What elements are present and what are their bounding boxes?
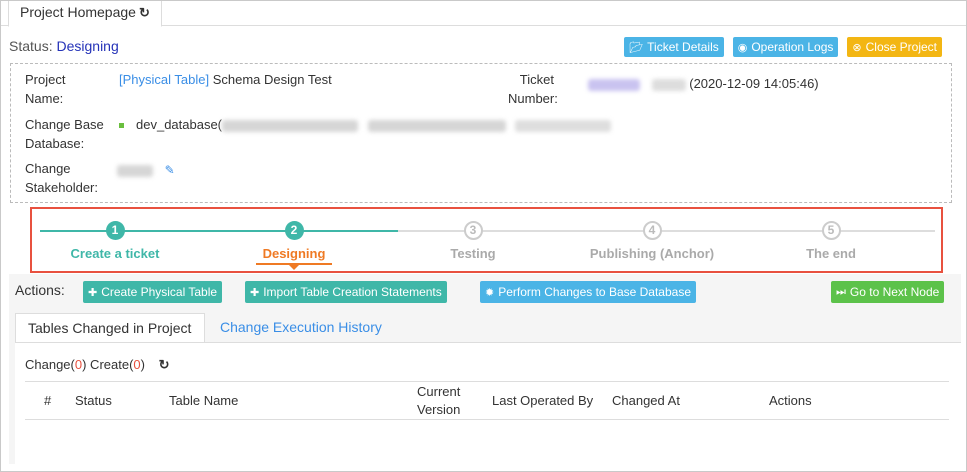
database-detail-blurred-3 bbox=[515, 119, 612, 132]
connected-status-dot bbox=[119, 123, 124, 129]
tables-panel: Change(0) Create(0) ↻ # Status Table Nam… bbox=[15, 342, 961, 464]
col-status: Status bbox=[75, 393, 112, 408]
ticket-number-label: Ticket Number: bbox=[508, 72, 558, 106]
col-actions: Actions bbox=[769, 393, 812, 408]
step-label: Publishing (Anchor) bbox=[589, 246, 715, 261]
tab-project-homepage[interactable]: Project Homepage ↻ bbox=[8, 1, 162, 27]
change-counts: Change(0) Create(0) ↻ bbox=[25, 357, 170, 372]
tab-execution-history[interactable]: Change Execution History bbox=[208, 313, 394, 342]
bug-icon: ✹ bbox=[485, 286, 495, 299]
ticket-number-blurred[interactable] bbox=[588, 78, 640, 91]
step-label: Testing bbox=[450, 246, 496, 261]
operation-logs-button[interactable]: ◉ Operation Logs bbox=[732, 37, 839, 57]
table-header: # Status Table Name Current Version Last … bbox=[25, 381, 949, 420]
step-label: The end bbox=[806, 246, 856, 261]
button-label: Go to Next Node bbox=[849, 285, 940, 299]
step-the-end[interactable]: 5 The end bbox=[761, 221, 901, 261]
project-info-box: Project Name: [Physical Table] Schema Des… bbox=[10, 63, 952, 203]
col-last-operated-by: Last Operated By bbox=[492, 393, 594, 408]
base-database-name: dev_database( bbox=[136, 117, 223, 132]
perform-changes-button[interactable]: ✹ Perform Changes to Base Database bbox=[480, 281, 696, 303]
stakeholder-label: Change Stakeholder: bbox=[25, 161, 98, 195]
actions-area: Actions: ✚ Create Physical Table ✚ Import … bbox=[9, 274, 961, 464]
step-testing[interactable]: 3 Testing bbox=[403, 221, 543, 261]
col-table-name: Table Name bbox=[169, 393, 239, 408]
ticket-number-value: (2020-12-09 14:05:46) bbox=[588, 74, 819, 93]
create-count: 0 bbox=[133, 357, 141, 372]
button-label: Import Table Creation Statements bbox=[263, 285, 442, 299]
project-name-label: Project Name: bbox=[25, 72, 66, 106]
status-line: Status: Designing bbox=[9, 38, 119, 54]
edit-icon[interactable]: ✎ bbox=[165, 163, 175, 177]
step-number: 3 bbox=[463, 221, 483, 240]
button-label: Create Physical Table bbox=[101, 285, 218, 299]
step-create-ticket[interactable]: 1 Create a ticket bbox=[45, 221, 185, 261]
workflow-steps: 1 Create a ticket 2 Designing 3 Testing … bbox=[30, 207, 943, 273]
status-label: Status: bbox=[9, 38, 53, 54]
database-detail-blurred-2 bbox=[367, 119, 506, 132]
close-project-button[interactable]: ⊗ Close Project bbox=[847, 37, 942, 57]
import-statements-button[interactable]: ✚ Import Table Creation Statements bbox=[245, 281, 447, 303]
tab-title: Project Homepage bbox=[20, 4, 136, 20]
status-value: Designing bbox=[56, 38, 119, 54]
operation-logs-label: Operation Logs bbox=[751, 40, 834, 54]
ticket-date: (2020-12-09 14:05:46) bbox=[689, 76, 819, 91]
col-changed-at: Changed At bbox=[612, 393, 680, 408]
go-to-next-node-button[interactable]: ⏭ Go to Next Node bbox=[831, 281, 945, 303]
base-database-label: Change Base Database: bbox=[25, 117, 104, 151]
ticket-details-button[interactable]: 📂︎ Ticket Details bbox=[624, 37, 724, 57]
actions-label: Actions: bbox=[15, 282, 65, 298]
tab-tables-changed[interactable]: Tables Changed in Project bbox=[15, 313, 205, 342]
refresh-icon[interactable]: ↻ bbox=[159, 357, 170, 372]
close-project-label: Close Project bbox=[865, 40, 937, 54]
current-step-indicator bbox=[256, 263, 332, 270]
project-name-value: [Physical Table] Schema Design Test bbox=[119, 70, 332, 89]
create-physical-table-button[interactable]: ✚ Create Physical Table bbox=[83, 281, 223, 303]
physical-table-tag[interactable]: [Physical Table] bbox=[119, 72, 209, 87]
forward-icon: ⏭ bbox=[836, 285, 846, 298]
refresh-icon[interactable]: ↻ bbox=[139, 2, 150, 24]
step-publishing[interactable]: 4 Publishing (Anchor) bbox=[582, 221, 722, 261]
plus-icon: ✚ bbox=[88, 286, 98, 299]
step-label: Designing bbox=[262, 246, 326, 261]
stakeholder-blurred bbox=[117, 164, 153, 177]
tab-bar: Project Homepage ↻ bbox=[1, 1, 966, 27]
step-number: 5 bbox=[821, 221, 841, 240]
step-label: Create a ticket bbox=[70, 246, 160, 261]
plus-icon: ✚ bbox=[250, 286, 260, 299]
step-number: 2 bbox=[284, 221, 304, 240]
stakeholder-value: ✎ bbox=[117, 160, 175, 180]
folder-open-icon: 📂︎ bbox=[629, 41, 644, 54]
ticket-details-label: Ticket Details bbox=[647, 40, 719, 54]
project-name-text: Schema Design Test bbox=[212, 72, 332, 87]
ticket-suffix-blurred bbox=[651, 78, 686, 91]
close-circle-icon: ⊗ bbox=[852, 41, 862, 54]
database-detail-blurred bbox=[222, 119, 359, 132]
col-index: # bbox=[44, 393, 52, 408]
top-button-group: 📂︎ Ticket Details ◉ Operation Logs ⊗ Close … bbox=[624, 37, 942, 57]
button-label: Perform Changes to Base Database bbox=[498, 285, 691, 299]
step-number: 1 bbox=[105, 221, 125, 240]
base-database-value: dev_database( bbox=[119, 115, 612, 134]
step-number: 4 bbox=[642, 221, 662, 240]
col-current-version: Current Version bbox=[417, 384, 461, 417]
step-designing[interactable]: 2 Designing bbox=[224, 221, 364, 270]
eye-icon: ◉ bbox=[737, 41, 748, 54]
window-frame: Project Homepage ↻ Status: Designing 📂︎ Ti… bbox=[0, 0, 967, 472]
